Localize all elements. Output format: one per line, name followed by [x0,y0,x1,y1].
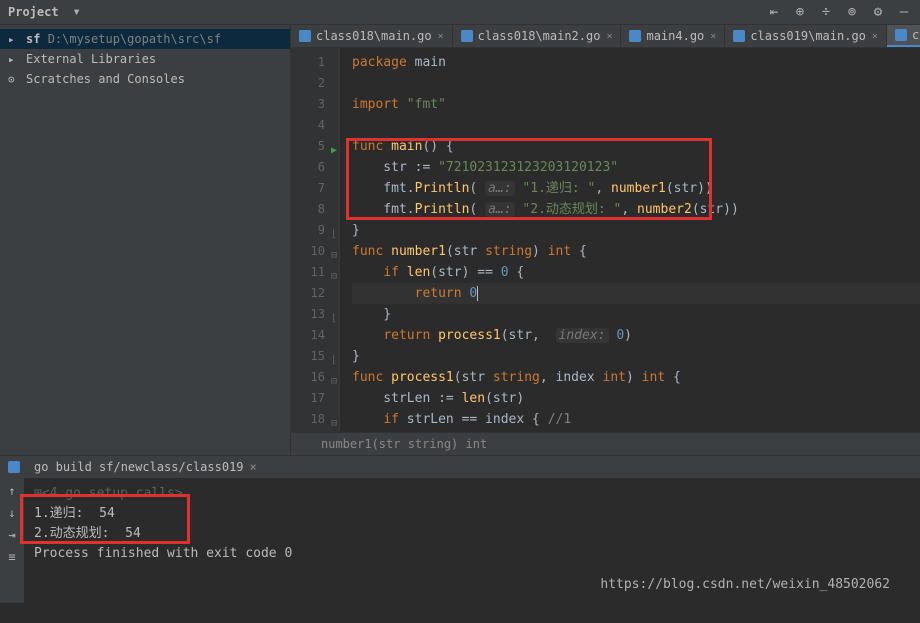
close-icon[interactable]: × [438,31,444,42]
project-label[interactable]: Project [8,5,59,19]
expand-icon[interactable]: ⊕ [792,4,808,20]
console-output[interactable]: ⊞<4 go setup calls>1.递归: 542.动态规划: 54Pro… [24,478,920,603]
code-editor[interactable]: package mainimport "fmt"func main() { st… [340,48,920,432]
close-icon[interactable]: × [710,31,716,42]
console-panel: ↑ ↓ ⇥ ≡ ⊞<4 go setup calls>1.递归: 542.动态规… [0,478,920,603]
folder-icon: ▸ [8,33,22,46]
close-icon[interactable]: × [606,31,612,42]
filter-icon[interactable]: ≡ [8,550,15,564]
tab-class019-main[interactable]: class019\main.go× [725,25,887,47]
line-gutter: 12345▶6789⌊10⊟11⊟1213⌊1415⌊16⊟1718⊟1920⌊… [291,48,340,432]
up-icon[interactable]: ↑ [8,484,15,498]
run-tab[interactable]: go build sf/newclass/class019× [26,460,265,474]
console-gutter: ↑ ↓ ⇥ ≡ [0,478,24,603]
go-file-icon [461,30,473,42]
library-icon: ▸ [8,53,22,66]
watermark-text: https://blog.csdn.net/weixin_48502062 [600,575,890,595]
scratches-icon: ⊙ [8,73,22,86]
sidebar-item-sf[interactable]: ▸ sf D:\mysetup\gopath\src\sf [0,29,290,49]
wrap-icon[interactable]: ⇥ [8,528,15,542]
run-icon [8,461,20,473]
sidebar-item-scratches[interactable]: ⊙ Scratches and Consoles [0,69,290,89]
go-file-icon [299,30,311,42]
chevron-down-icon[interactable]: ▾ [69,4,85,20]
target-icon[interactable]: ⊚ [844,4,860,20]
run-tabs: go build sf/newclass/class019× [0,455,920,478]
tab-main2-go[interactable]: class018\main2.go× [453,25,622,47]
divide-icon[interactable]: ÷ [818,4,834,20]
sidebar-item-external-libs[interactable]: ▸ External Libraries [0,49,290,69]
collapse-icon[interactable]: ⇤ [766,4,782,20]
top-toolbar: Project ▾ ⇤ ⊕ ÷ ⊚ ⚙ — [0,0,920,25]
breadcrumb: number1(str string) int [291,432,920,455]
tab-main-go-1[interactable]: class018\main.go× [291,25,453,47]
hide-icon[interactable]: — [896,4,912,20]
project-sidebar: ▸ sf D:\mysetup\gopath\src\sf ▸ External… [0,25,291,455]
gear-icon[interactable]: ⚙ [870,4,886,20]
down-icon[interactable]: ↓ [8,506,15,520]
close-icon[interactable]: × [872,31,878,42]
tab-active[interactable]: class [887,25,920,47]
close-icon[interactable]: × [250,460,257,474]
go-file-icon [629,30,641,42]
go-file-icon [733,30,745,42]
tab-main4-go[interactable]: main4.go× [621,25,725,47]
editor-tabs: class018\main.go× class018\main2.go× mai… [291,25,920,48]
go-file-icon [895,29,907,41]
